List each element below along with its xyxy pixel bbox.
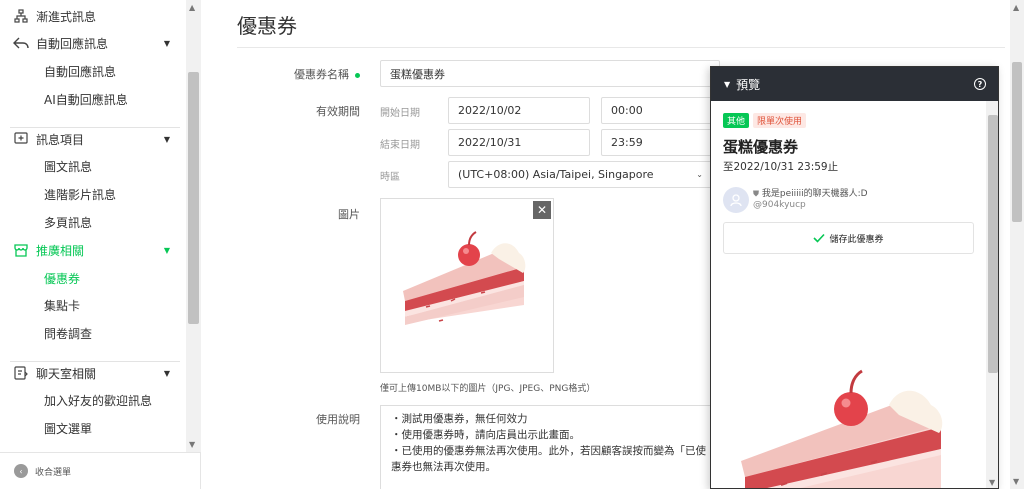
sidebar-item-label: 聊天室相關: [36, 366, 97, 381]
start-date-value: 2022/10/02: [458, 104, 522, 117]
scroll-down-arrow[interactable]: ▼: [189, 440, 195, 449]
scroll-down-arrow[interactable]: ▼: [1013, 477, 1019, 486]
validity-label: 有效期間: [316, 105, 360, 118]
shield-icon: ⛊: [753, 189, 759, 198]
chat-room-icon: [13, 365, 29, 381]
preview-cake-image: [741, 369, 943, 488]
cake-slice-image: [403, 231, 526, 325]
end-time-value: 23:59: [611, 136, 643, 149]
required-dot-icon: [355, 72, 360, 78]
sidebar-item-11[interactable]: 問卷調查: [0, 319, 186, 347]
account-name-text: 我是peiiiii的聊天機器人:D: [761, 189, 868, 199]
usage-line: ・使用優惠券時，請向店員出示此畫面。: [391, 429, 580, 441]
preview-panel: ▼ 預覽 ? 其他 限單次使用 蛋糕優惠券 至2022/10/31 23:59止…: [710, 66, 999, 489]
scroll-up-arrow[interactable]: ▲: [1013, 3, 1019, 12]
preview-coupon-name: 蛋糕優惠券: [723, 138, 799, 156]
coupon-name-value: 蛋糕優惠券: [390, 67, 445, 81]
timezone-label: 時區: [380, 172, 400, 183]
caret-down-icon: ▼: [163, 134, 170, 144]
sidebar-item-label: 訊息項目: [36, 132, 85, 147]
account-name: ⛊ 我是peiiiii的聊天機器人:D: [753, 186, 868, 199]
start-date-label: 開始日期: [380, 108, 420, 119]
usage-textarea[interactable]: ・測試用優惠券，無任何效力 ・使用優惠券時，請向店員出示此畫面。 ・已使用的優惠…: [380, 405, 740, 489]
timezone-value: (UTC+08:00) Asia/Taipei, Singapore: [458, 168, 654, 181]
coupon-name-input[interactable]: 蛋糕優惠券: [380, 60, 720, 87]
save-coupon-button[interactable]: 儲存此優惠券: [723, 222, 974, 254]
caret-down-icon[interactable]: ▼: [724, 80, 730, 89]
timezone-select[interactable]: (UTC+08:00) Asia/Taipei, Singapore ⌄: [448, 161, 713, 188]
image-upload-box[interactable]: ✕: [380, 198, 554, 373]
sidebar-item-14[interactable]: 圖文選單: [0, 414, 186, 442]
sidebar-item-9[interactable]: 優惠券: [0, 264, 186, 292]
image-label: 圖片: [338, 208, 360, 221]
chevron-down-icon: ⌄: [696, 170, 703, 179]
sidebar: 漸進式訊息 自動回應訊息 ▼ 自動回應訊息 AI自動回應訊息 訊息項目 ▼ 圖文訊息 進階影片訊…: [0, 0, 201, 489]
message-plus-icon: [13, 131, 29, 147]
page-scrollbar[interactable]: ▲ ▼: [1010, 0, 1024, 489]
sidebar-item-4[interactable]: 訊息項目 ▼: [0, 125, 186, 153]
category-tag: 其他: [723, 113, 750, 128]
usage-line: ・測試用優惠券，無任何效力: [391, 413, 528, 425]
sitemap-icon: [13, 8, 29, 24]
end-date-label: 結束日期: [380, 140, 420, 151]
reply-icon: [13, 35, 29, 51]
title-divider: [237, 47, 1005, 48]
caret-down-icon: ▼: [163, 368, 170, 378]
remove-image-button[interactable]: ✕: [533, 201, 551, 219]
sidebar-item-0[interactable]: 漸進式訊息: [0, 2, 186, 30]
collapse-icon: ‹: [14, 464, 28, 478]
sidebar-item-5[interactable]: 圖文訊息: [0, 152, 186, 180]
preview-scroll-thumb[interactable]: [988, 115, 998, 373]
help-icon[interactable]: ?: [974, 78, 986, 90]
page-title: 優惠券: [237, 14, 297, 38]
preview-scrollbar[interactable]: ▼: [986, 101, 998, 488]
save-coupon-label: 儲存此優惠券: [829, 234, 884, 245]
start-date-input[interactable]: 2022/10/02: [448, 97, 590, 124]
caret-down-icon: ▼: [163, 245, 170, 255]
storefront-icon: [13, 242, 29, 258]
collapse-menu-button[interactable]: ‹ 收合選單: [0, 452, 201, 489]
start-time-value: 00:00: [611, 104, 643, 117]
end-time-input[interactable]: 23:59: [601, 129, 720, 156]
sidebar-item-label: 自動回應訊息: [36, 36, 109, 51]
preview-body: 其他 限單次使用 蛋糕優惠券 至2022/10/31 23:59止 ⛊ 我是pe…: [711, 101, 986, 488]
check-icon: [813, 233, 826, 243]
caret-down-icon: ▼: [163, 38, 170, 48]
sidebar-nav: 漸進式訊息 自動回應訊息 ▼ 自動回應訊息 AI自動回應訊息 訊息項目 ▼ 圖文訊息 進階影片訊…: [0, 0, 186, 452]
preview-header[interactable]: ▼ 預覽 ?: [711, 67, 998, 101]
sidebar-item-8[interactable]: 推廣相關 ▼: [0, 236, 186, 264]
preview-title: 預覽: [736, 77, 761, 92]
usage-limit-tag: 限單次使用: [753, 113, 807, 128]
sidebar-scrollbar[interactable]: ▲ ▼: [186, 0, 201, 452]
sidebar-item-7[interactable]: 多頁訊息: [0, 208, 186, 236]
sidebar-scroll-thumb[interactable]: [188, 72, 199, 324]
account-avatar-icon: [723, 187, 749, 213]
preview-expiry: 至2022/10/31 23:59止: [723, 161, 839, 173]
end-date-input[interactable]: 2022/10/31: [448, 129, 590, 156]
image-hint: 僅可上傳10MB以下的圖片（JPG、JPEG、PNG格式）: [380, 384, 596, 394]
sidebar-item-label: 漸進式訊息: [36, 9, 97, 24]
page-scroll-thumb[interactable]: [1012, 62, 1022, 222]
collapse-menu-label: 收合選單: [35, 467, 72, 478]
usage-line: ・已使用的優惠券無法再次使用。此外，若因顧客誤按而變為「已使: [391, 445, 706, 457]
scroll-down-arrow[interactable]: ▼: [989, 478, 995, 487]
sidebar-item-3[interactable]: AI自動回應訊息: [0, 85, 186, 113]
sidebar-item-1[interactable]: 自動回應訊息 ▼: [0, 29, 186, 57]
coupon-name-label: 優惠券名稱: [242, 66, 360, 82]
end-date-value: 2022/10/31: [458, 136, 522, 149]
sidebar-item-10[interactable]: 集點卡: [0, 291, 186, 319]
start-time-input[interactable]: 00:00: [601, 97, 720, 124]
account-id: @904kyucp: [753, 200, 806, 210]
usage-line: 惠券也無法再次使用。: [391, 461, 496, 473]
scroll-up-arrow[interactable]: ▲: [189, 3, 195, 12]
coupon-name-label-text: 優惠券名稱: [294, 68, 349, 81]
sidebar-item-12[interactable]: 聊天室相關 ▼: [0, 359, 186, 387]
sidebar-item-13[interactable]: 加入好友的歡迎訊息: [0, 386, 186, 414]
sidebar-item-6[interactable]: 進階影片訊息: [0, 180, 186, 208]
usage-label: 使用說明: [316, 413, 360, 426]
sidebar-item-2[interactable]: 自動回應訊息: [0, 57, 186, 85]
sidebar-item-label: 推廣相關: [36, 243, 85, 258]
